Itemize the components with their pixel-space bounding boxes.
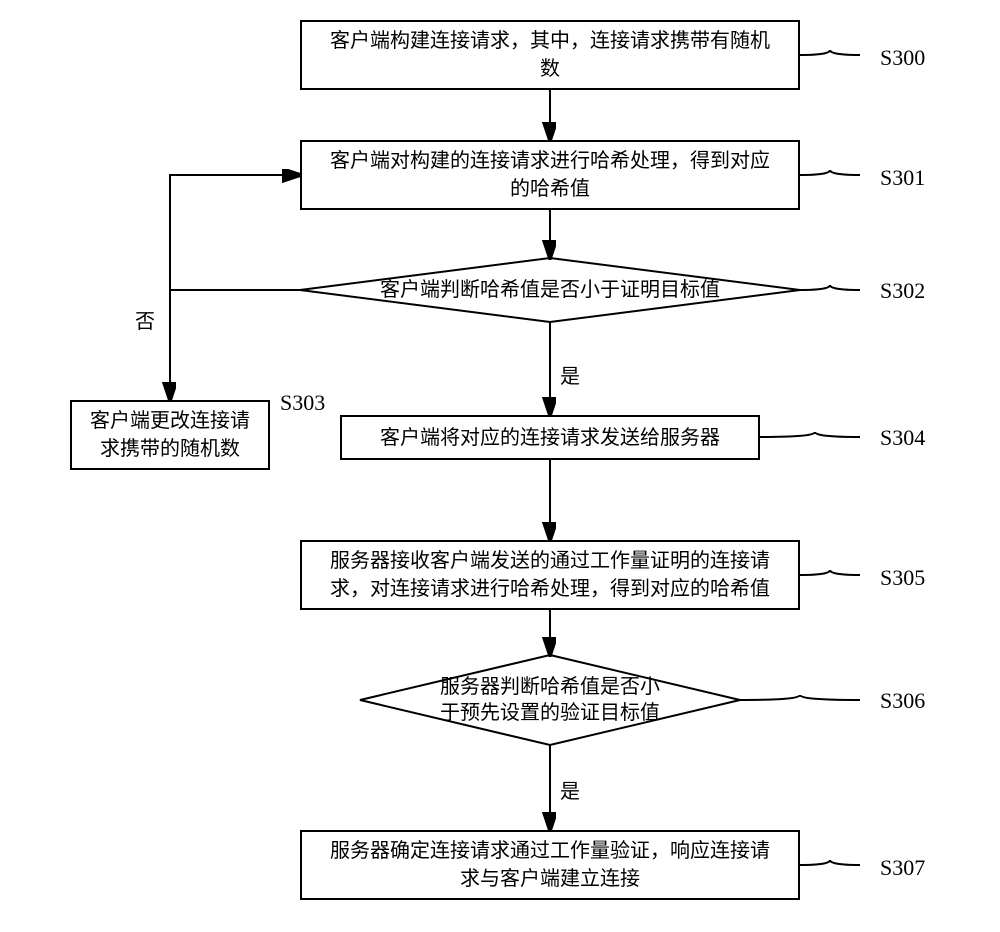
- step-text: 客户端对构建的连接请求进行哈希处理，得到对应 的哈希值: [330, 147, 770, 203]
- step-text: 服务器确定连接请求通过工作量验证，响应连接请 求与客户端建立连接: [330, 837, 770, 893]
- step-s307: 服务器确定连接请求通过工作量验证，响应连接请 求与客户端建立连接: [300, 830, 800, 900]
- branch-yes1: 是: [560, 360, 580, 389]
- decision-s302: 客户端判断哈希值是否小于证明目标值: [300, 258, 800, 322]
- step-s305: 服务器接收客户端发送的通过工作量证明的连接请 求，对连接请求进行哈希处理，得到对…: [300, 540, 800, 610]
- step-s303: 客户端更改连接请 求携带的随机数: [70, 400, 270, 470]
- step-text: 客户端更改连接请 求携带的随机数: [90, 407, 250, 463]
- label-s307: S307: [880, 855, 925, 881]
- step-text: 服务器接收客户端发送的通过工作量证明的连接请 求，对连接请求进行哈希处理，得到对…: [330, 547, 770, 603]
- branch-no: 否: [135, 305, 155, 334]
- step-text: 客户端构建连接请求，其中，连接请求携带有随机 数: [330, 27, 770, 83]
- label-s302: S302: [880, 278, 925, 304]
- label-s301: S301: [880, 165, 925, 191]
- step-text: 客户端将对应的连接请求发送给服务器: [380, 424, 720, 452]
- decision-text: 服务器判断哈希值是否小 于预先设置的验证目标值: [440, 674, 660, 726]
- label-s300: S300: [880, 45, 925, 71]
- label-s305: S305: [880, 565, 925, 591]
- decision-s306: 服务器判断哈希值是否小 于预先设置的验证目标值: [360, 660, 740, 740]
- decision-text: 客户端判断哈希值是否小于证明目标值: [380, 277, 720, 303]
- step-s300: 客户端构建连接请求，其中，连接请求携带有随机 数: [300, 20, 800, 90]
- label-s304: S304: [880, 425, 925, 451]
- step-s301: 客户端对构建的连接请求进行哈希处理，得到对应 的哈希值: [300, 140, 800, 210]
- branch-yes2: 是: [560, 775, 580, 804]
- step-s304: 客户端将对应的连接请求发送给服务器: [340, 415, 760, 460]
- label-s303: S303: [280, 390, 325, 416]
- label-s306: S306: [880, 688, 925, 714]
